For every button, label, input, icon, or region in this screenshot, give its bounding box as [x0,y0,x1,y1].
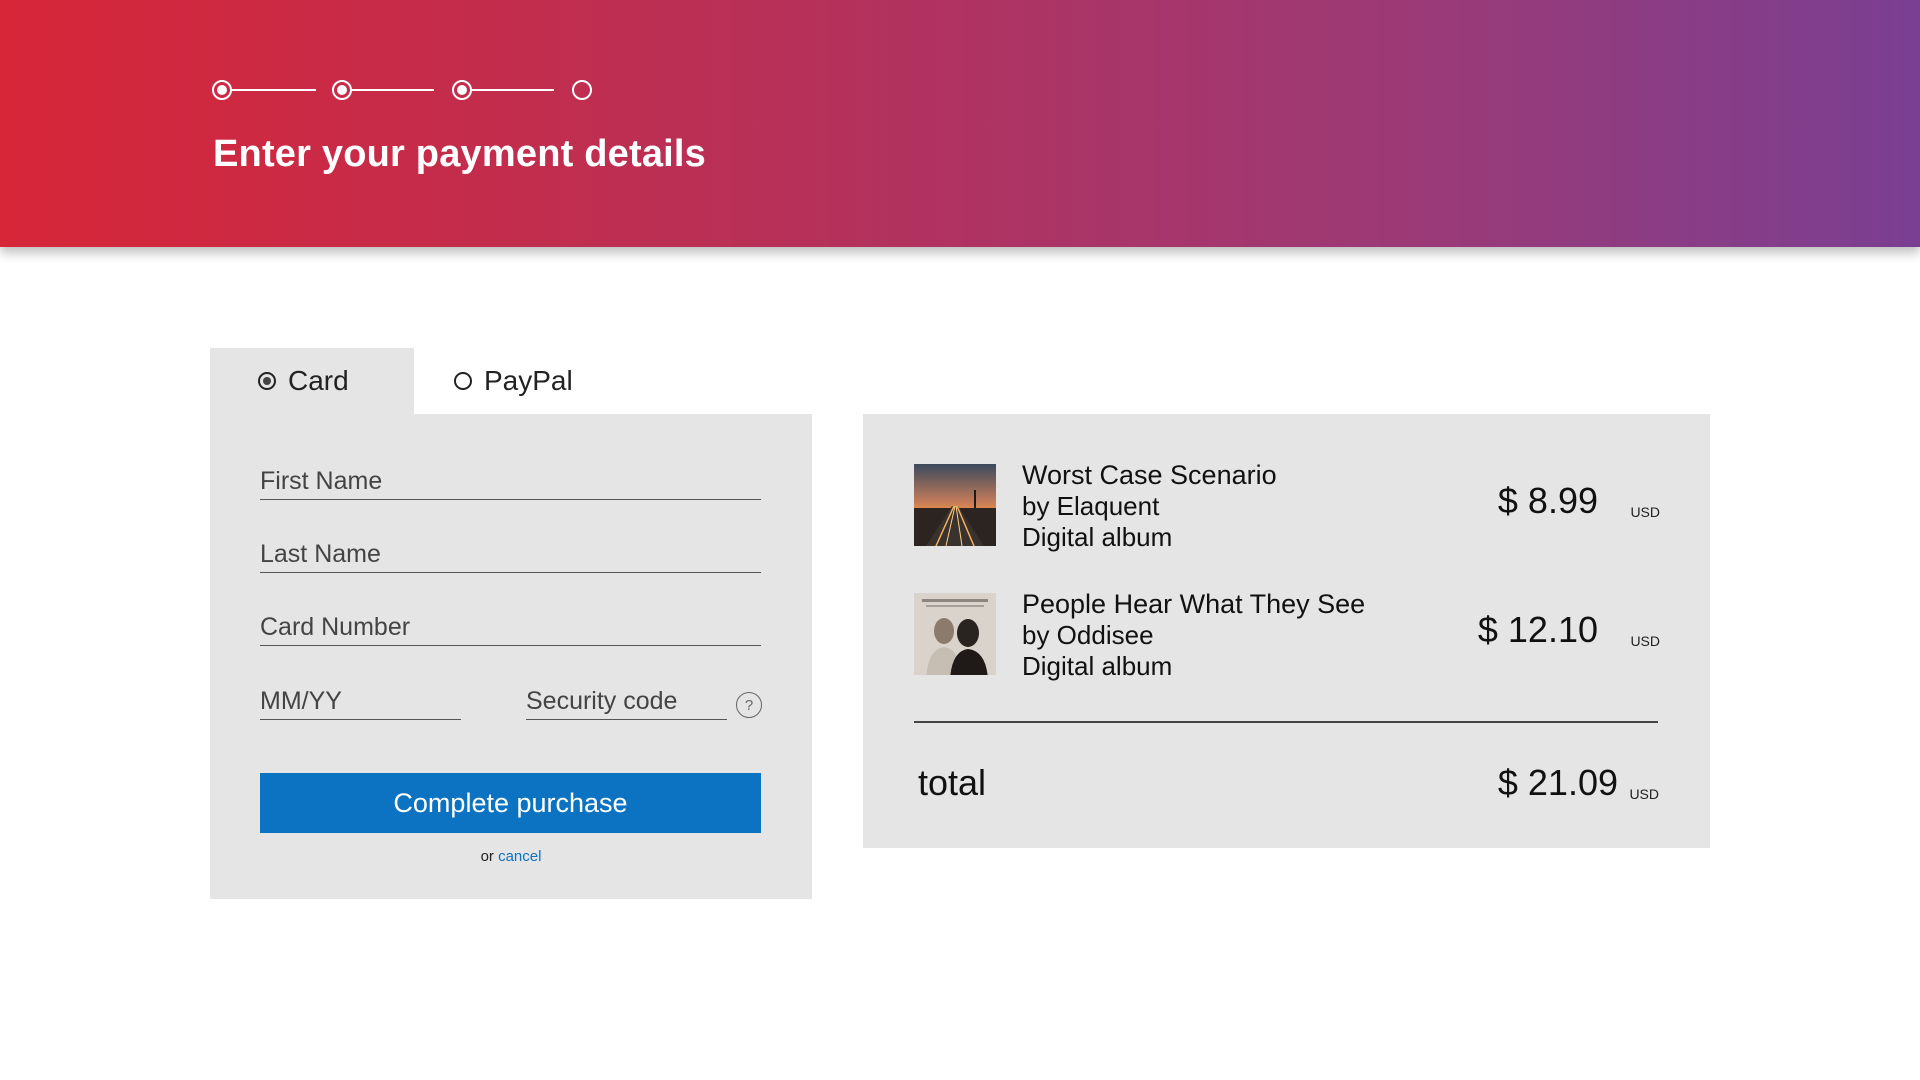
item-title: Worst Case Scenario [1022,460,1277,490]
security-code-field [526,676,727,720]
tab-card-label: Card [288,365,349,396]
item-details: People Hear What They See by Oddisee Dig… [1022,589,1365,682]
item-price: $ 8.99 [1497,480,1598,521]
expiry-input[interactable] [260,676,461,719]
stepper-connector [470,89,554,91]
stepper-connector [350,89,434,91]
item-format: Digital album [1022,522,1173,552]
tab-card[interactable]: Card [210,348,414,414]
item-artist: by Elaquent [1022,491,1160,521]
item-currency: USD [1630,633,1660,649]
album-cover-road-sunset-icon [914,464,996,546]
first-name-input[interactable] [260,456,761,499]
total-price: $ 21.09 [1497,762,1618,803]
tab-paypal[interactable]: PayPal [454,348,614,414]
item-price: $ 12.10 [1477,609,1598,650]
album-cover-portrait-icon [914,593,996,675]
item-format: Digital album [1022,651,1173,681]
radio-unchecked-icon[interactable] [454,372,472,390]
cancel-link[interactable]: cancel [498,848,541,865]
last-name-input[interactable] [260,529,761,572]
step-4-pending [572,80,592,100]
cancel-row: or cancel [210,848,812,865]
last-name-field [260,529,761,573]
order-item: Worst Case Scenario by Elaquent Digital … [914,460,1660,552]
total-label: total [918,762,987,803]
first-name-field [260,456,761,500]
card-number-field [260,602,761,646]
summary-divider [914,721,1658,723]
progress-stepper [212,80,594,100]
card-form-panel: ? Complete purchase or cancel [210,414,812,899]
step-2-complete [332,80,352,100]
order-summary-panel: Worst Case Scenario by Elaquent Digital … [863,414,1710,848]
page-title: Enter your payment details [213,133,707,175]
or-text: or [480,848,494,865]
total-currency: USD [1629,786,1659,802]
stepper-connector [230,89,316,91]
step-3-complete [452,80,472,100]
order-item: People Hear What They See by Oddisee Dig… [914,589,1660,681]
step-1-complete [212,80,232,100]
expiry-field [260,676,461,720]
item-currency: USD [1630,504,1660,520]
item-details: Worst Case Scenario by Elaquent Digital … [1022,460,1277,553]
security-code-input[interactable] [526,676,727,719]
header-banner: Enter your payment details [0,0,1920,247]
help-icon[interactable]: ? [736,692,762,718]
card-number-input[interactable] [260,602,761,645]
item-title: People Hear What They See [1022,589,1366,619]
complete-purchase-button[interactable]: Complete purchase [260,773,761,833]
item-artist: by Oddisee [1022,620,1154,650]
radio-checked-icon[interactable] [258,372,276,390]
tab-paypal-label: PayPal [484,365,573,396]
